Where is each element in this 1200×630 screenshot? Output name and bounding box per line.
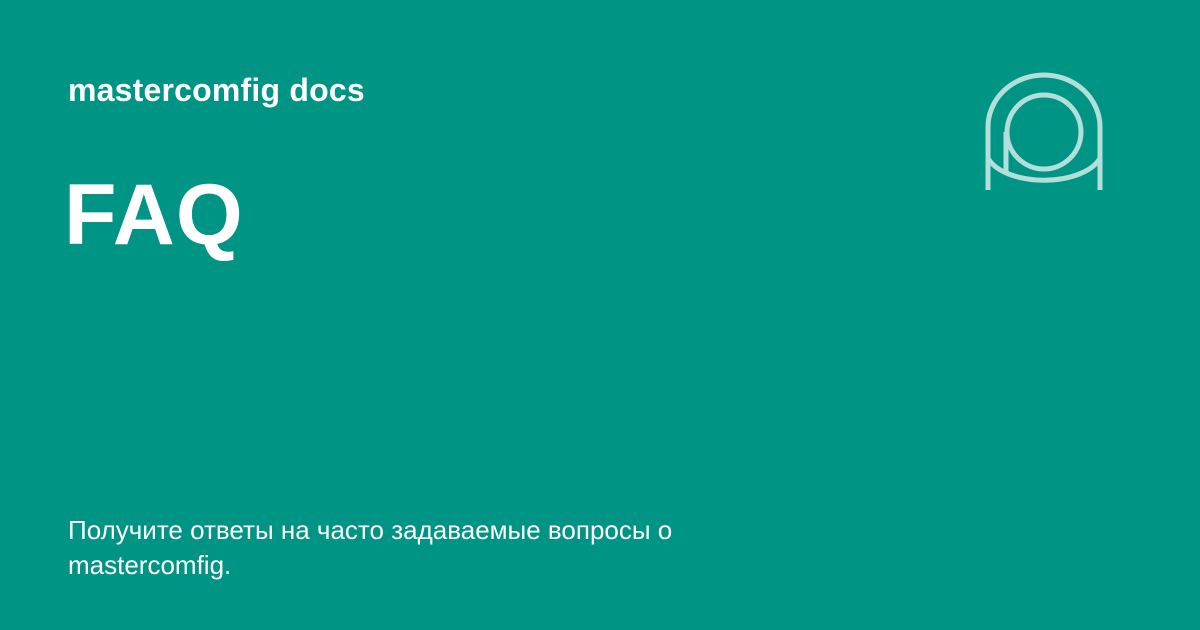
page-title: FAQ <box>64 167 244 263</box>
logo-inner-circle <box>1004 92 1084 172</box>
site-name: mastercomfig docs <box>68 72 365 108</box>
logo-outer-arc <box>985 72 1045 190</box>
mastercomfig-logo-icon <box>985 72 1103 190</box>
page-description: Получите ответы на часто задаваемые вопр… <box>68 515 673 580</box>
social-card: mastercomfig docs FAQ Получите ответы на… <box>0 0 1200 630</box>
logo-outer-arc-right <box>1043 72 1103 190</box>
